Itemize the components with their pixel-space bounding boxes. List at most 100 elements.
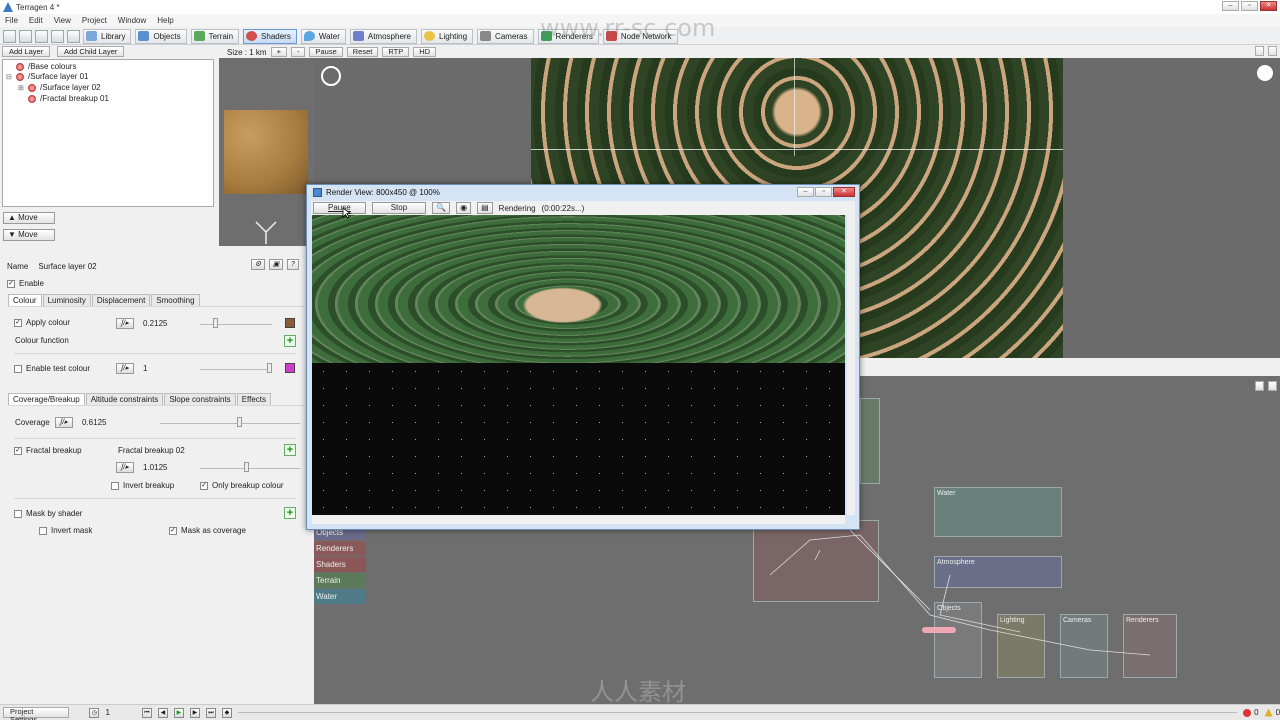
render-minimize-button[interactable]: – xyxy=(797,187,814,197)
add-function-button[interactable]: + xyxy=(284,335,296,347)
name-value[interactable]: Surface layer 02 xyxy=(38,262,96,271)
warning-count[interactable]: 0 xyxy=(1264,708,1280,717)
layer-item-base-colours[interactable]: /Base colours xyxy=(6,62,76,71)
test-colour-swatch[interactable] xyxy=(285,363,295,373)
color-channels-icon[interactable]: ◉ xyxy=(456,202,472,214)
apply-colour-checkbox[interactable]: ✓ xyxy=(14,318,22,327)
zoom-in-button[interactable]: + xyxy=(270,47,287,57)
layer-item-surface-layer-01[interactable]: ⊟ /Surface layer 01 xyxy=(6,72,88,81)
terrain-node-group[interactable] xyxy=(860,398,880,484)
maximize-button[interactable]: ▫ xyxy=(1241,1,1258,11)
highlighted-node[interactable] xyxy=(922,627,956,633)
menu-edit[interactable]: Edit xyxy=(29,16,43,25)
test-colour-value[interactable]: 1 xyxy=(143,364,147,373)
copy-icon[interactable]: ▣ xyxy=(269,259,283,270)
apply-colour-slider[interactable] xyxy=(200,324,272,325)
prev-frame-icon[interactable]: ◀ xyxy=(157,707,168,718)
slider-knob[interactable] xyxy=(237,417,242,427)
add-layer-button[interactable]: Add Layer xyxy=(2,46,51,57)
timeline-slider[interactable] xyxy=(237,712,1238,713)
error-count[interactable]: 0 xyxy=(1243,708,1259,717)
mask-by-shader-checkbox[interactable] xyxy=(14,509,22,518)
minimize-button[interactable]: – xyxy=(1222,1,1239,11)
camera-icon[interactable] xyxy=(67,29,80,43)
fractal-value[interactable]: 1.0125 xyxy=(143,463,167,472)
clock-icon[interactable]: ◷ xyxy=(89,707,100,718)
zoom-out-button[interactable]: - xyxy=(290,47,306,57)
tab-shaders[interactable]: Shaders xyxy=(243,28,297,44)
next-frame-icon[interactable]: ▶ xyxy=(189,707,200,718)
category-renderers[interactable]: Renderers xyxy=(314,541,366,556)
play-icon[interactable]: ▶ xyxy=(173,707,184,718)
render-view-window[interactable]: Render View: 800x450 @ 100% – ▫ ✕ Pause … xyxy=(306,184,860,530)
frame-number[interactable]: 1 xyxy=(105,708,109,717)
tab-atmosphere[interactable]: Atmosphere xyxy=(349,28,418,44)
function-icon[interactable]: ʃ/▸ xyxy=(116,363,134,374)
render-stop-button[interactable]: Stop xyxy=(371,202,427,214)
tab-slope-constraints[interactable]: Slope constraints xyxy=(164,393,236,405)
mask-as-coverage-checkbox[interactable]: ✓ xyxy=(169,526,177,535)
tab-terrain[interactable]: Terrain xyxy=(190,28,240,44)
enable-checkbox[interactable]: ✓ xyxy=(7,279,15,288)
invert-mask-checkbox[interactable] xyxy=(39,526,47,535)
menu-window[interactable]: Window xyxy=(118,16,146,25)
tab-cameras[interactable]: Cameras xyxy=(477,28,534,44)
expand-icon[interactable]: ⊞ xyxy=(18,84,24,92)
render-close-button[interactable]: ✕ xyxy=(833,187,855,197)
test-colour-checkbox[interactable] xyxy=(14,364,22,373)
tab-water[interactable]: Water xyxy=(300,28,346,44)
project-settings-button[interactable]: Project Settings xyxy=(3,707,70,720)
vertical-scrollbar[interactable] xyxy=(847,215,855,515)
collapse-icon[interactable]: ⊟ xyxy=(6,73,12,81)
last-frame-icon[interactable]: ⏭ xyxy=(205,707,216,718)
colour-swatch[interactable] xyxy=(285,318,295,328)
close-button[interactable]: ✕ xyxy=(1260,1,1277,11)
preview-reset-button[interactable]: Reset xyxy=(346,47,379,57)
render-image[interactable] xyxy=(312,215,845,515)
slider-knob[interactable] xyxy=(244,462,249,472)
save-image-icon[interactable]: ▤ xyxy=(477,202,493,214)
help-icon[interactable]: ? xyxy=(287,259,299,270)
only-breakup-checkbox[interactable]: ✓ xyxy=(200,481,208,490)
fractal-slider[interactable] xyxy=(200,468,300,469)
add-breakup-button[interactable]: + xyxy=(284,444,296,456)
new-file-icon[interactable] xyxy=(3,29,16,43)
add-mask-button[interactable]: + xyxy=(284,507,296,519)
render-icon[interactable] xyxy=(51,29,64,43)
category-shaders[interactable]: Shaders xyxy=(314,557,366,572)
test-colour-slider[interactable] xyxy=(200,369,272,370)
menu-project[interactable]: Project xyxy=(82,16,107,25)
settings-icon[interactable]: ⚙ xyxy=(251,259,265,270)
slider-knob[interactable] xyxy=(213,318,218,328)
function-icon[interactable]: ʃ/▸ xyxy=(116,318,134,329)
tab-altitude-constraints[interactable]: Altitude constraints xyxy=(85,393,164,405)
menu-file[interactable]: File xyxy=(5,16,18,25)
category-terrain[interactable]: Terrain xyxy=(314,573,366,588)
save-icon[interactable] xyxy=(35,29,48,43)
slider-knob[interactable] xyxy=(267,363,272,373)
hd-button[interactable]: HD xyxy=(413,47,437,57)
apply-colour-value[interactable]: 0.2125 xyxy=(143,319,167,328)
node-view-toggle[interactable] xyxy=(1268,381,1277,391)
coverage-slider[interactable] xyxy=(160,423,300,424)
render-maximize-button[interactable]: ▫ xyxy=(815,187,832,197)
sun-gizmo-icon[interactable] xyxy=(1257,65,1273,81)
tab-effects[interactable]: Effects xyxy=(236,393,271,405)
preview-pause-button[interactable]: Pause xyxy=(309,47,343,57)
open-folder-icon[interactable] xyxy=(19,29,32,43)
viewport-toggle[interactable] xyxy=(1268,46,1277,56)
tab-objects[interactable]: Objects xyxy=(135,28,187,44)
menu-view[interactable]: View xyxy=(54,16,71,25)
function-icon[interactable]: ʃ/▸ xyxy=(116,462,134,473)
layer-item-surface-layer-02[interactable]: ⊞ /Surface layer 02 xyxy=(18,83,100,92)
function-icon[interactable]: ʃ/▸ xyxy=(55,417,73,428)
horizontal-scrollbar[interactable] xyxy=(312,515,845,524)
tab-lighting[interactable]: Lighting xyxy=(421,28,474,44)
move-up-button[interactable]: ▲ Move xyxy=(3,212,55,224)
menu-help[interactable]: Help xyxy=(157,16,173,25)
coverage-value[interactable]: 0.6125 xyxy=(82,418,106,427)
layer-item-fractal-breakup-01[interactable]: /Fractal breakup 01 xyxy=(18,94,109,103)
zoom-icon[interactable]: 🔍 xyxy=(432,202,451,214)
rtp-button[interactable]: RTP xyxy=(382,47,410,57)
fractal-node-link[interactable]: Fractal breakup 02 xyxy=(118,446,185,455)
